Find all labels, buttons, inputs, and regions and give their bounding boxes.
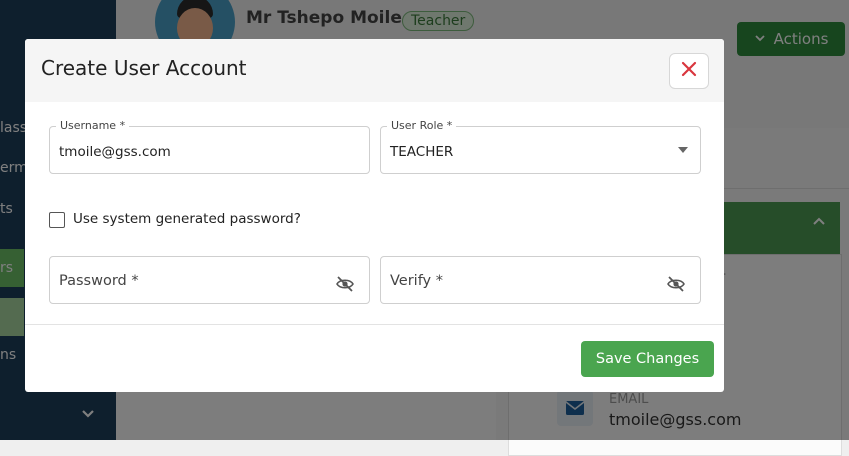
username-legend: Username * (56, 119, 130, 132)
system-password-checkbox[interactable] (49, 212, 65, 228)
password-field[interactable]: Password * (49, 256, 370, 304)
caret-down-icon (678, 147, 688, 153)
user-role-select[interactable]: User Role * TEACHER (380, 119, 701, 174)
close-button[interactable] (669, 53, 709, 89)
save-changes-button[interactable]: Save Changes (581, 341, 714, 377)
create-user-modal: Create User Account Username * tmoile@gs… (25, 39, 724, 392)
verify-field[interactable]: Verify * (380, 256, 701, 304)
eye-off-icon[interactable] (666, 276, 686, 292)
close-icon (681, 61, 697, 81)
eye-off-icon[interactable] (335, 276, 355, 292)
modal-title: Create User Account (41, 56, 247, 80)
user-role-legend: User Role * (387, 119, 457, 132)
username-value: tmoile@gss.com (59, 144, 171, 160)
password-placeholder: Password * (59, 273, 139, 289)
verify-placeholder: Verify * (390, 273, 443, 289)
system-password-label[interactable]: Use system generated password? (73, 211, 301, 227)
modal-header: Create User Account (25, 39, 724, 102)
modal-footer-divider (25, 324, 724, 325)
user-role-value: TEACHER (390, 144, 454, 160)
username-field[interactable]: Username * tmoile@gss.com (49, 119, 370, 174)
